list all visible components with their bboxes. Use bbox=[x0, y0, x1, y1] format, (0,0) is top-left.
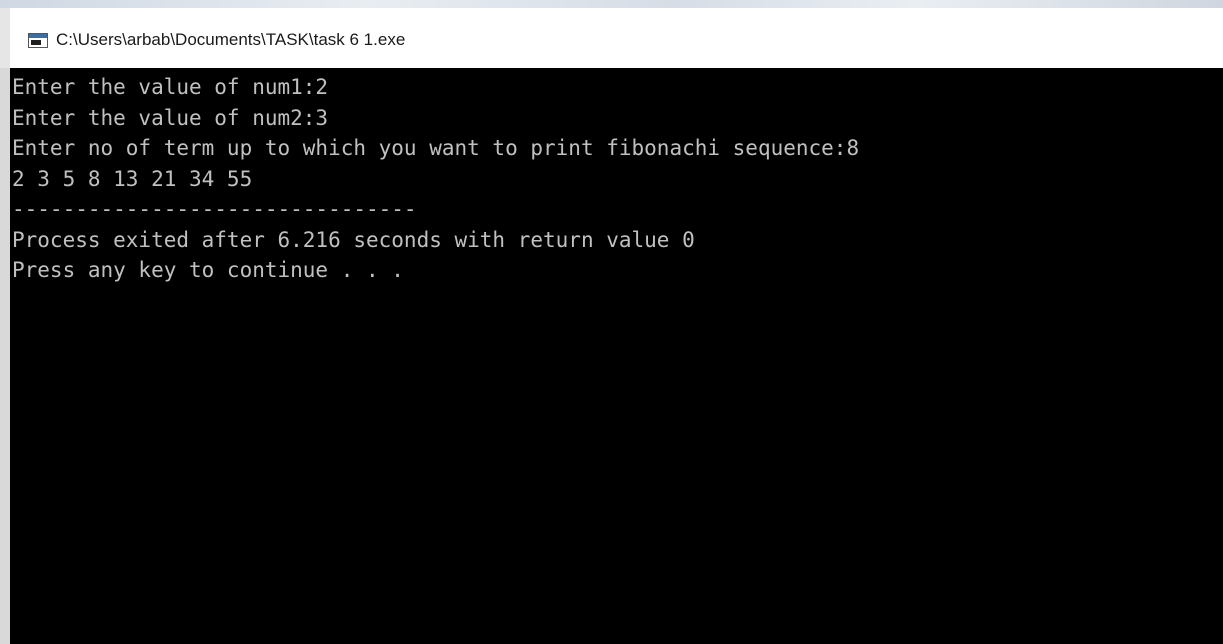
window-title: C:\Users\arbab\Documents\TASK\task 6 1.e… bbox=[56, 30, 406, 49]
console-line-prompt-num2: Enter the value of num2:3 bbox=[12, 105, 329, 130]
console-output-area[interactable]: Enter the value of num1:2 Enter the valu… bbox=[0, 68, 1223, 644]
console-line-separator: -------------------------------- bbox=[12, 197, 417, 221]
console-line-press-key: Press any key to continue . . . bbox=[12, 258, 404, 282]
console-app-icon[interactable] bbox=[28, 33, 48, 48]
desktop-strip bbox=[0, 0, 1223, 8]
console-line-process-exit: Process exited after 6.216 seconds with … bbox=[12, 227, 695, 252]
console-line-sequence-output: 2 3 5 8 13 21 34 55 bbox=[12, 166, 253, 191]
console-lines: Enter the value of num1:2 Enter the valu… bbox=[12, 72, 859, 286]
title-bar[interactable]: C:\Users\arbab\Documents\TASK\task 6 1.e… bbox=[0, 8, 1223, 68]
console-window: C:\Users\arbab\Documents\TASK\task 6 1.e… bbox=[0, 0, 1223, 644]
console-line-prompt-terms: Enter no of term up to which you want to… bbox=[12, 136, 860, 160]
console-line-prompt-num1: Enter the value of num1:2 bbox=[12, 75, 329, 99]
